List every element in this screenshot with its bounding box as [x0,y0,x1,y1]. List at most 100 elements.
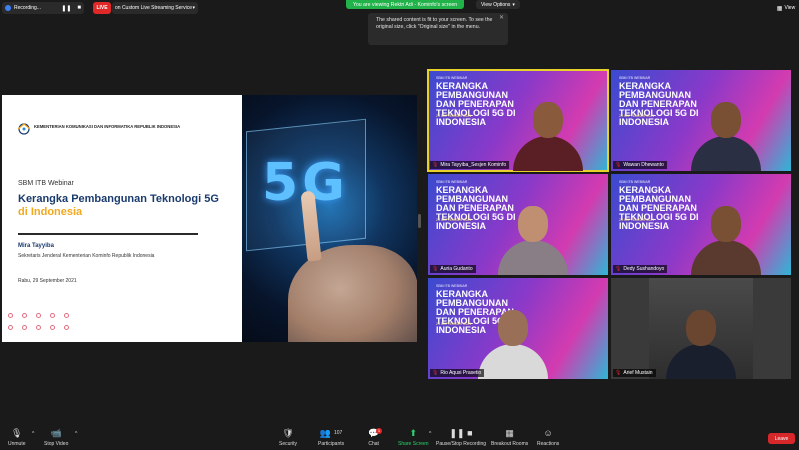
slide-title-main: Kerangka Pembangunan Teknologi 5G [18,193,219,205]
participant-tile[interactable]: 🎙 Arief Mustain [611,278,791,379]
close-icon[interactable]: ✕ [499,15,504,22]
mic-muted-icon: 🎙 [615,162,622,168]
reactions-button[interactable]: ☺ Reactions [537,428,559,447]
breakout-rooms-button[interactable]: ▦ Breakout Rooms [491,428,528,447]
share-options-chevron[interactable]: ^ [429,431,431,437]
decor-circle [36,313,41,318]
participant-video [513,96,583,171]
mic-muted-icon: 🎙 [432,266,439,272]
participant-name: Wawan Dhewanto [623,162,664,168]
participant-head [711,206,741,242]
participant-nametag: 🎙 Wawan Dhewanto [613,161,667,169]
speaker-name: Mira Tayyiba [18,243,54,249]
stop-recording-icon[interactable]: ■ [77,5,81,12]
stop-video-button[interactable]: 📹 Stop Video [44,428,68,447]
participant-body [513,136,583,171]
mic-muted-icon: 🎙 [432,162,439,168]
mic-muted-icon: 🎙 [615,370,622,376]
participant-name: Auria Gudanto [440,266,473,272]
participant-nametag: 🎙 Rio Aqusi Prasetio [430,369,485,377]
fit-to-screen-tooltip: The shared content is fit to your screen… [368,13,508,45]
participant-head [498,310,528,346]
grid-icon: ▦ [505,428,514,438]
decor-circle [8,325,13,330]
poster-header: SBM ITB WEBINAR [436,76,468,80]
participant-nametag: 🎙 Auria Gudanto [430,265,476,273]
decor-circle [8,313,13,318]
unmute-button[interactable]: 🎙 Unmute [8,428,26,447]
participant-video [691,200,761,275]
poster-date: 29 SEPTEMBER 2021 [436,218,472,222]
decor-circle [50,325,55,330]
participant-head [686,310,716,346]
mic-muted-icon: 🎙 [11,428,23,438]
slide-title: Kerangka Pembangunan Teknologi 5G di Ind… [18,193,238,219]
share-screen-icon: ⬆ [409,428,418,438]
poster-header: SBM ITB WEBINAR [619,76,651,80]
view-options-button[interactable]: View Options ▾ [476,0,520,9]
recording-indicator[interactable]: Recording... ❚❚ ■ [2,2,84,14]
pause-stop-icon: ❚❚ ■ [449,428,473,438]
decor-circle [50,313,55,318]
live-badge: LIVE [93,2,111,14]
live-stream-dropdown[interactable]: on Custom Live Streaming Service ▾ [112,2,198,14]
slide-5g-photo: 5G [242,95,417,342]
slide-title-highlight: di Indonesia [18,206,83,218]
chevron-up-icon: ^ [75,431,78,437]
security-label: Security [279,441,298,447]
poster-date: 29 SEPTEMBER 2021 [436,114,472,118]
share-screen-button[interactable]: ⬆ Share Screen [398,428,429,447]
video-camera-icon: 📹 [50,428,62,438]
participant-tile[interactable]: SBM ITB WEBINAR KERANGKA PEMBANGUNAN DAN… [611,174,791,275]
pause-stop-recording-button[interactable]: ❚❚ ■ Pause/Stop Recording [436,428,486,447]
participant-tile[interactable]: SBM ITB WEBINAR KERANGKA PEMBANGUNAN DAN… [428,174,608,275]
security-button[interactable]: 🛡 Security [279,428,297,447]
poster-header: SBM ITB WEBINAR [436,180,468,184]
participant-body [691,240,761,275]
participants-button[interactable]: 👥 107 Participants [318,428,344,447]
view-button[interactable]: ▦ View [776,2,796,14]
participant-nametag: 🎙 Dedy Sushandoyo [613,265,668,273]
smiley-icon: ☺ [543,428,553,438]
participant-tile[interactable]: SBM ITB WEBINAR KERANGKA PEMBANGUNAN DAN… [611,70,791,171]
chat-label: Chat [368,441,379,447]
chevron-down-icon: ▾ [512,1,515,8]
participant-video [666,304,736,379]
participant-video [478,304,548,379]
share-screen-label: Share Screen [398,441,429,447]
decor-circle [22,325,27,330]
participant-video [498,200,568,275]
poster-date: 29 SEPTEMBER 2021 [619,218,655,222]
participant-tile[interactable]: SBM ITB WEBINAR KERANGKA PEMBANGUNAN DAN… [428,278,608,379]
pause-recording-icon[interactable]: ❚❚ [61,5,71,12]
participant-name: Rio Aqusi Prasetio [440,370,482,376]
participant-head [533,102,563,138]
participant-count: 107 [334,430,343,436]
tooltip-text: The shared content is fit to your screen… [376,17,493,30]
leave-button[interactable]: Leave [768,433,795,444]
chevron-up-icon: ^ [429,431,432,437]
decor-circle [22,313,27,318]
slide-text-panel: KEMENTERIAN KOMUNIKASI DAN INFORMATIKA R… [2,95,242,342]
reactions-label: Reactions [537,441,560,447]
participant-body [478,344,548,379]
audio-options-chevron[interactable]: ^ [32,431,34,437]
poster-header: SBM ITB WEBINAR [619,180,651,184]
decor-circle [36,325,41,330]
record-label: Pause/Stop Recording [436,441,487,447]
stop-video-label: Stop Video [44,441,69,447]
participant-video [691,96,761,171]
unmute-label: Unmute [8,441,26,447]
participant-name: Dedy Sushandoyo [623,266,665,272]
poster-header: SBM ITB WEBINAR [436,284,468,288]
chevron-up-icon: ^ [32,431,35,437]
shield-icon: 🛡 [282,428,294,438]
video-options-chevron[interactable]: ^ [75,431,77,437]
decor-circle [64,325,69,330]
panel-splitter-handle[interactable] [418,214,421,228]
recording-status-icon [5,5,11,11]
breakout-label: Breakout Rooms [491,441,529,447]
participant-tile[interactable]: SBM ITB WEBINAR KERANGKA PEMBANGUNAN DAN… [427,69,609,172]
chevron-down-icon: ▾ [192,5,195,11]
grid-view-icon: ▦ [776,5,783,12]
